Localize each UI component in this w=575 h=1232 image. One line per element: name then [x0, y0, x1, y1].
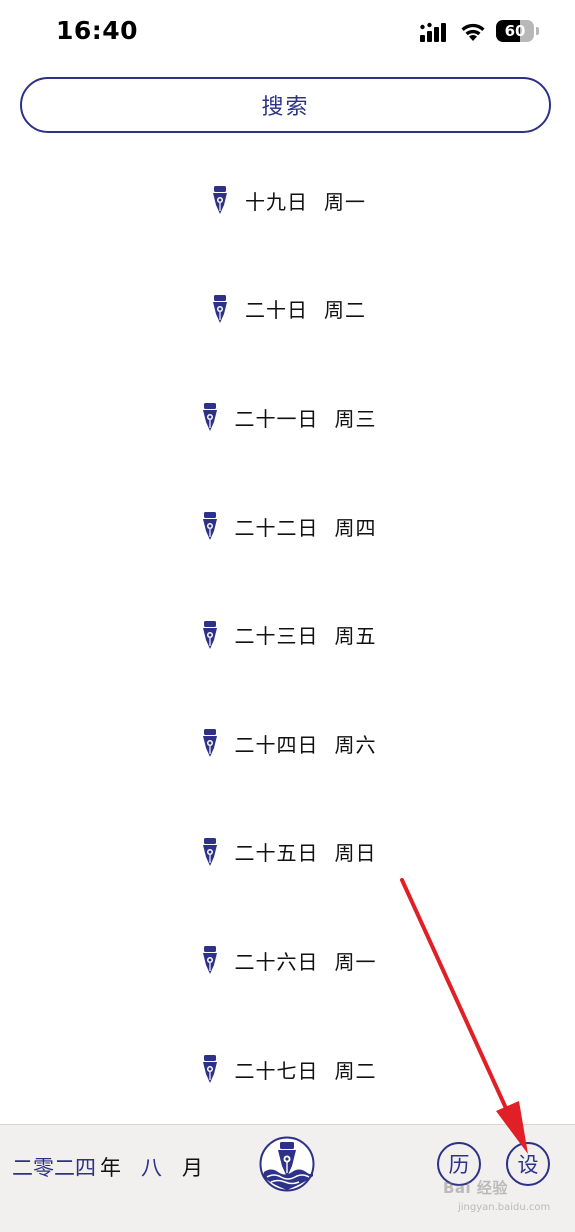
day-weekday: 周日 — [334, 841, 377, 866]
fountain-pen-nib-icon — [202, 946, 217, 975]
settings-button[interactable]: 设 — [506, 1142, 550, 1186]
wifi-icon — [461, 23, 485, 41]
status-time: 16:40 — [56, 16, 139, 45]
fountain-pen-nib-icon — [202, 1055, 217, 1084]
list-item[interactable]: 二十一日 周三 — [0, 363, 575, 472]
day-date: 二十一日 — [234, 406, 319, 431]
day-weekday: 周六 — [334, 732, 377, 757]
status-bar: 16:40 60 — [0, 0, 575, 64]
day-date: 二十五日 — [234, 841, 319, 866]
list-item[interactable]: 二十七日 周二 — [0, 1015, 575, 1124]
watermark: Bai 经验 — [443, 1179, 508, 1197]
list-item[interactable]: 二十日 周二 — [0, 255, 575, 364]
bottom-bar: 二零二四 年 八 月 历 设 Bai 经验 jingyan.baidu.com — [0, 1124, 575, 1232]
fountain-pen-nib-icon — [202, 837, 217, 866]
year-unit: 年 — [100, 1156, 121, 1180]
day-weekday: 周五 — [334, 624, 377, 649]
month-unit: 月 — [182, 1156, 203, 1180]
fountain-pen-nib-icon — [202, 620, 217, 649]
search-button[interactable]: 搜索 — [20, 77, 551, 133]
day-weekday: 周二 — [324, 298, 366, 323]
fountain-pen-nib-icon — [202, 512, 217, 541]
list-item[interactable]: 二十五日 周日 — [0, 798, 575, 907]
day-list: 十九日 周一 二十日 周二 二十一日 周三 二十二日 周四 二十三日 周五 二十… — [0, 146, 575, 1123]
day-weekday: 周四 — [334, 515, 377, 540]
day-date: 二十七日 — [234, 1058, 319, 1083]
year-value: 二零二四 — [12, 1156, 96, 1180]
day-date: 二十四日 — [234, 732, 319, 757]
day-date: 二十六日 — [234, 949, 319, 974]
cellular-signal-icon — [420, 22, 446, 42]
day-date: 二十日 — [245, 298, 308, 323]
list-item[interactable]: 二十三日 周五 — [0, 580, 575, 689]
day-date: 二十二日 — [234, 515, 319, 540]
month-value: 八 — [141, 1156, 162, 1180]
day-weekday: 周三 — [334, 406, 377, 431]
list-item[interactable]: 二十四日 周六 — [0, 689, 575, 798]
fountain-pen-nib-icon — [213, 294, 227, 323]
list-item[interactable]: 二十二日 周四 — [0, 472, 575, 581]
day-weekday: 周一 — [324, 189, 366, 214]
fountain-pen-wave-logo-icon[interactable] — [259, 1136, 315, 1192]
fountain-pen-nib-icon — [202, 403, 217, 432]
fountain-pen-nib-icon — [213, 186, 227, 215]
list-item[interactable]: 十九日 周一 — [0, 146, 575, 255]
day-weekday: 周二 — [334, 1058, 377, 1083]
battery-icon: 60 — [496, 20, 540, 42]
list-item[interactable]: 二十六日 周一 — [0, 906, 575, 1015]
fountain-pen-nib-icon — [202, 729, 217, 758]
day-date: 二十三日 — [234, 624, 319, 649]
year-month-selector[interactable]: 二零二四 年 八 月 — [12, 1152, 203, 1182]
day-date: 十九日 — [245, 189, 308, 214]
day-weekday: 周一 — [334, 949, 377, 974]
watermark-subtext: jingyan.baidu.com — [458, 1202, 551, 1213]
battery-percentage: 60 — [504, 22, 526, 40]
